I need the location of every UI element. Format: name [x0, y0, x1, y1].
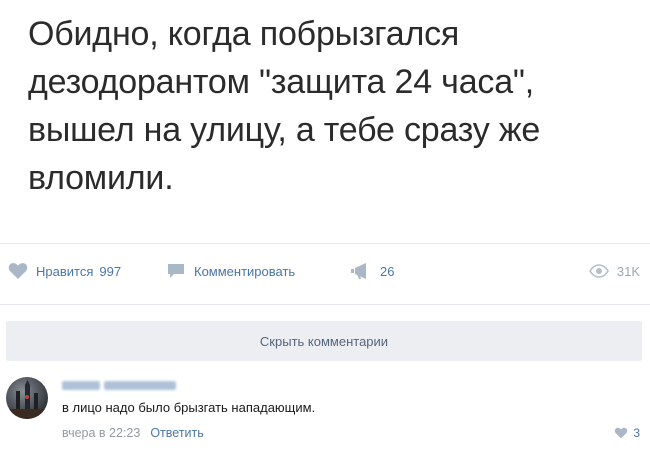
comment-like-count: 3 [633, 426, 640, 440]
like-label: Нравится [36, 263, 94, 279]
heart-icon [615, 427, 628, 439]
views-counter: 31K [588, 256, 640, 286]
hide-comments-label: Скрыть комментарии [259, 333, 389, 349]
comment-icon [168, 264, 184, 278]
share-count: 26 [380, 263, 395, 279]
views-count: 31K [616, 263, 640, 279]
post-line: вломили. [28, 159, 174, 197]
comment-button[interactable]: Комментировать [166, 256, 295, 286]
post-line: дезодорантом "защита 24 часа", [28, 63, 535, 101]
comment-like-button[interactable]: 3 [614, 426, 640, 440]
share-icon [351, 263, 366, 279]
post-text: Обидно, когда побрызгался дезодорантом "… [28, 10, 628, 202]
like-count: 997 [99, 263, 122, 279]
post-line: Обидно, когда побрызгался [28, 15, 460, 53]
avatar-image [6, 380, 48, 419]
avatar[interactable] [6, 377, 48, 419]
eye-icon [588, 264, 609, 278]
post-line: вышел на улицу, а тебе сразу же [28, 111, 541, 149]
heart-icon [8, 263, 28, 279]
comment-time[interactable]: вчера в 22:23 [62, 426, 140, 440]
divider [0, 304, 650, 305]
comment-meta: вчера в 22:23 Ответить [62, 426, 204, 440]
post-actions: Нравится 997 Комментировать 26 [0, 256, 650, 286]
reply-button[interactable]: Ответить [150, 426, 203, 440]
comment-author[interactable] [62, 378, 176, 392]
comment-label: Комментировать [194, 263, 296, 279]
share-button[interactable]: 26 [350, 256, 394, 286]
comment-text: в лицо надо было брызгать нападающим. [62, 400, 316, 415]
divider [0, 243, 650, 244]
like-button[interactable]: Нравится 997 [8, 256, 121, 286]
hide-comments-button[interactable]: Скрыть комментарии [6, 321, 642, 361]
